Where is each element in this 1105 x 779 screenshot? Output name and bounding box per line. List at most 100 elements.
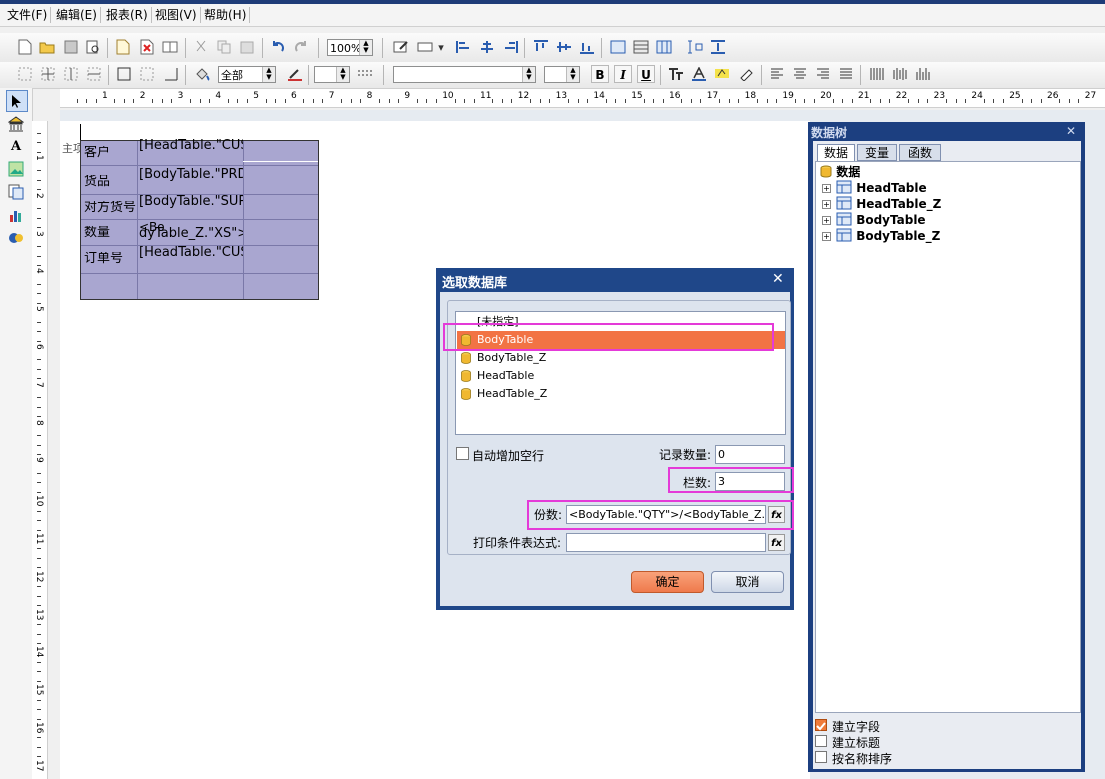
align-text-right-icon[interactable] — [814, 65, 832, 83]
font-name-combo[interactable]: ▲ ▼ — [393, 66, 536, 83]
menu-view[interactable]: 视图(V) — [152, 7, 201, 23]
bank-icon[interactable] — [6, 114, 26, 134]
chart-icon[interactable] — [6, 205, 26, 225]
valign-top-icon[interactable] — [868, 65, 886, 83]
cut-icon[interactable] — [192, 38, 210, 56]
tab-variables[interactable]: 变量 — [857, 144, 897, 161]
border-inner-icon[interactable] — [39, 65, 57, 83]
zoom-combo[interactable]: 100% ▲ ▼ — [327, 39, 373, 56]
font-size-combo[interactable]: ▲ ▼ — [544, 66, 580, 83]
align-top-icon[interactable] — [532, 38, 550, 56]
expand-icon[interactable]: + — [822, 232, 831, 241]
report-table[interactable]: 客户 [HeadTable."CUS_NO"] 货品 [BodyTable."P… — [80, 139, 319, 300]
field-cell-customer[interactable]: [HeadTable."CUS_NO"] — [139, 139, 243, 165]
align-right-edges-icon[interactable] — [501, 38, 519, 56]
tree-root[interactable]: 数据 — [820, 164, 860, 180]
valign-bottom-icon[interactable] — [914, 65, 932, 83]
fill-color-icon[interactable] — [193, 65, 211, 83]
menu-edit[interactable]: 编辑(E) — [53, 7, 101, 23]
tree-node-bodytable-z[interactable]: BodyTable_Z — [836, 228, 940, 244]
new-icon[interactable] — [16, 38, 34, 56]
grid-icon[interactable] — [609, 38, 627, 56]
line-color-icon[interactable] — [286, 65, 304, 83]
redo-icon[interactable] — [292, 38, 310, 56]
field-cell-order-no[interactable]: [HeadTable."CUS_OS_NO"] — [139, 246, 243, 273]
field-cell-sup-prd[interactable]: [BodyTable."SUP_PRD_NO"] — [139, 195, 243, 221]
db-item-bodytable-z[interactable]: BodyTable_Z — [457, 349, 785, 367]
expand-icon[interactable]: + — [822, 200, 831, 209]
label-cell-sup-prd[interactable]: 对方货号 — [84, 201, 136, 214]
columns-icon[interactable] — [655, 38, 673, 56]
line-width-combo[interactable]: ▲ ▼ — [314, 66, 350, 83]
align-middle-icon[interactable] — [555, 38, 573, 56]
tree-node-headtable-z[interactable]: HeadTable_Z — [836, 196, 941, 212]
expand-icon[interactable]: + — [822, 216, 831, 225]
same-height-icon[interactable] — [686, 38, 704, 56]
highlight-icon[interactable] — [713, 65, 731, 83]
paste-icon[interactable] — [238, 38, 256, 56]
new-report-icon[interactable] — [114, 38, 132, 56]
border-horizontal-icon[interactable] — [85, 65, 103, 83]
print-preview-icon[interactable] — [84, 38, 102, 56]
table-icon[interactable] — [632, 38, 650, 56]
fx-icon[interactable]: fx — [768, 534, 785, 551]
border-none-icon[interactable] — [16, 65, 34, 83]
border-scope-combo[interactable]: 全部 ▲ ▼ — [218, 66, 276, 83]
delete-report-icon[interactable] — [138, 38, 156, 56]
underline-button[interactable]: U — [637, 65, 655, 83]
db-item-headtable[interactable]: HeadTable — [457, 367, 785, 385]
clear-format-icon[interactable] — [737, 65, 755, 83]
tab-functions[interactable]: 函数 — [899, 144, 941, 161]
copy-icon[interactable] — [215, 38, 233, 56]
print-condition-input[interactable] — [566, 533, 766, 552]
bold-button[interactable]: B — [591, 65, 609, 83]
db-item-headtable-z[interactable]: HeadTable_Z — [457, 385, 785, 403]
barcode-icon[interactable] — [6, 182, 26, 202]
sort-by-name-checkbox[interactable] — [815, 751, 827, 763]
label-cell-quantity[interactable]: 数量 — [84, 226, 110, 239]
font-color-icon[interactable] — [690, 65, 708, 83]
create-title-checkbox[interactable] — [815, 735, 827, 747]
save-icon[interactable] — [62, 38, 80, 56]
label-cell-order-no[interactable]: 订单号 — [84, 252, 123, 265]
image-icon[interactable] — [6, 159, 26, 179]
align-center-icon[interactable] — [478, 38, 496, 56]
tab-data[interactable]: 数据 — [817, 144, 855, 161]
align-text-left-icon[interactable] — [768, 65, 786, 83]
field-cell-product[interactable]: [BodyTable."PRD_NO"] — [139, 168, 243, 194]
record-count-input[interactable]: 0 — [715, 445, 785, 464]
line-style-icon[interactable] — [357, 65, 375, 83]
label-cell-product[interactable]: 货品 — [84, 175, 110, 188]
menu-report[interactable]: 报表(R) — [103, 7, 152, 23]
undo-icon[interactable] — [269, 38, 287, 56]
align-left-edges-icon[interactable] — [455, 38, 473, 56]
vertical-spacing-icon[interactable] — [709, 38, 727, 56]
edit-icon[interactable] — [392, 38, 410, 56]
open-icon[interactable] — [38, 38, 56, 56]
border-vertical-icon[interactable] — [62, 65, 80, 83]
font-style-icon[interactable] — [667, 65, 685, 83]
close-icon[interactable]: ✕ — [1066, 124, 1076, 138]
label-cell-customer[interactable]: 客户 — [84, 146, 110, 159]
menu-file[interactable]: 文件(F) — [4, 7, 52, 23]
border-outer-icon[interactable] — [115, 65, 133, 83]
pointer-icon[interactable] — [6, 90, 28, 112]
auto-add-row-checkbox[interactable] — [456, 447, 469, 460]
border-all-icon[interactable] — [138, 65, 156, 83]
justify-icon[interactable] — [837, 65, 855, 83]
valign-middle-icon[interactable] — [891, 65, 909, 83]
ok-button[interactable]: 确定 — [631, 571, 704, 593]
band-icon[interactable] — [416, 38, 434, 56]
book-icon[interactable] — [161, 38, 179, 56]
close-icon[interactable]: ✕ — [772, 271, 784, 287]
border-bottom-icon[interactable] — [162, 65, 180, 83]
expand-icon[interactable]: + — [822, 184, 831, 193]
tree-node-bodytable[interactable]: BodyTable — [836, 212, 926, 228]
create-field-checkbox[interactable] — [815, 719, 827, 731]
tree-node-headtable[interactable]: HeadTable — [836, 180, 927, 196]
align-text-center-icon[interactable] — [791, 65, 809, 83]
menu-help[interactable]: 帮助(H) — [201, 7, 251, 23]
dropdown-arrow-icon[interactable]: ▾ — [436, 38, 446, 56]
align-bottom-icon[interactable] — [578, 38, 596, 56]
field-cell-quantity[interactable]: dyTable_Z."XS"> — [139, 227, 243, 243]
